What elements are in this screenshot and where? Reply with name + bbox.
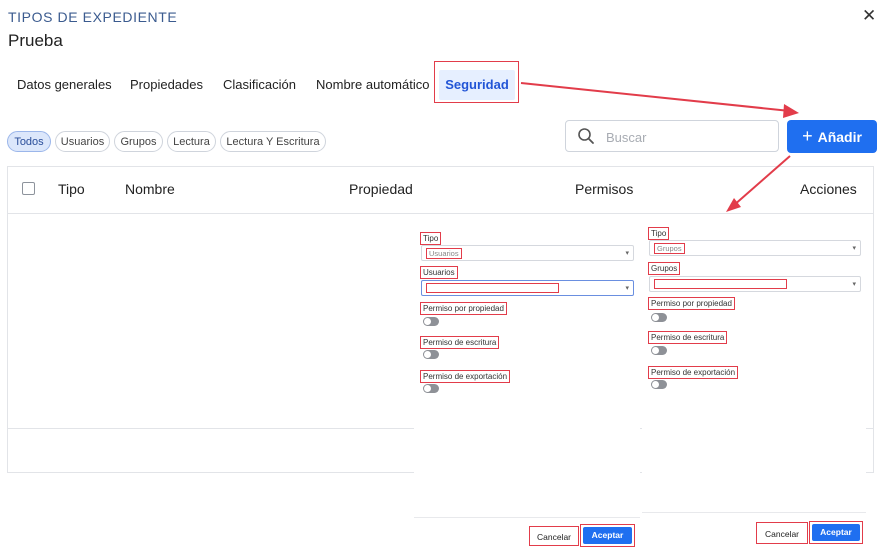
annotation-arrow-line xyxy=(732,155,791,207)
annotation-arrows xyxy=(520,82,799,212)
annotation-arrow-line xyxy=(520,82,791,112)
annotation-arrow-head xyxy=(783,104,799,118)
